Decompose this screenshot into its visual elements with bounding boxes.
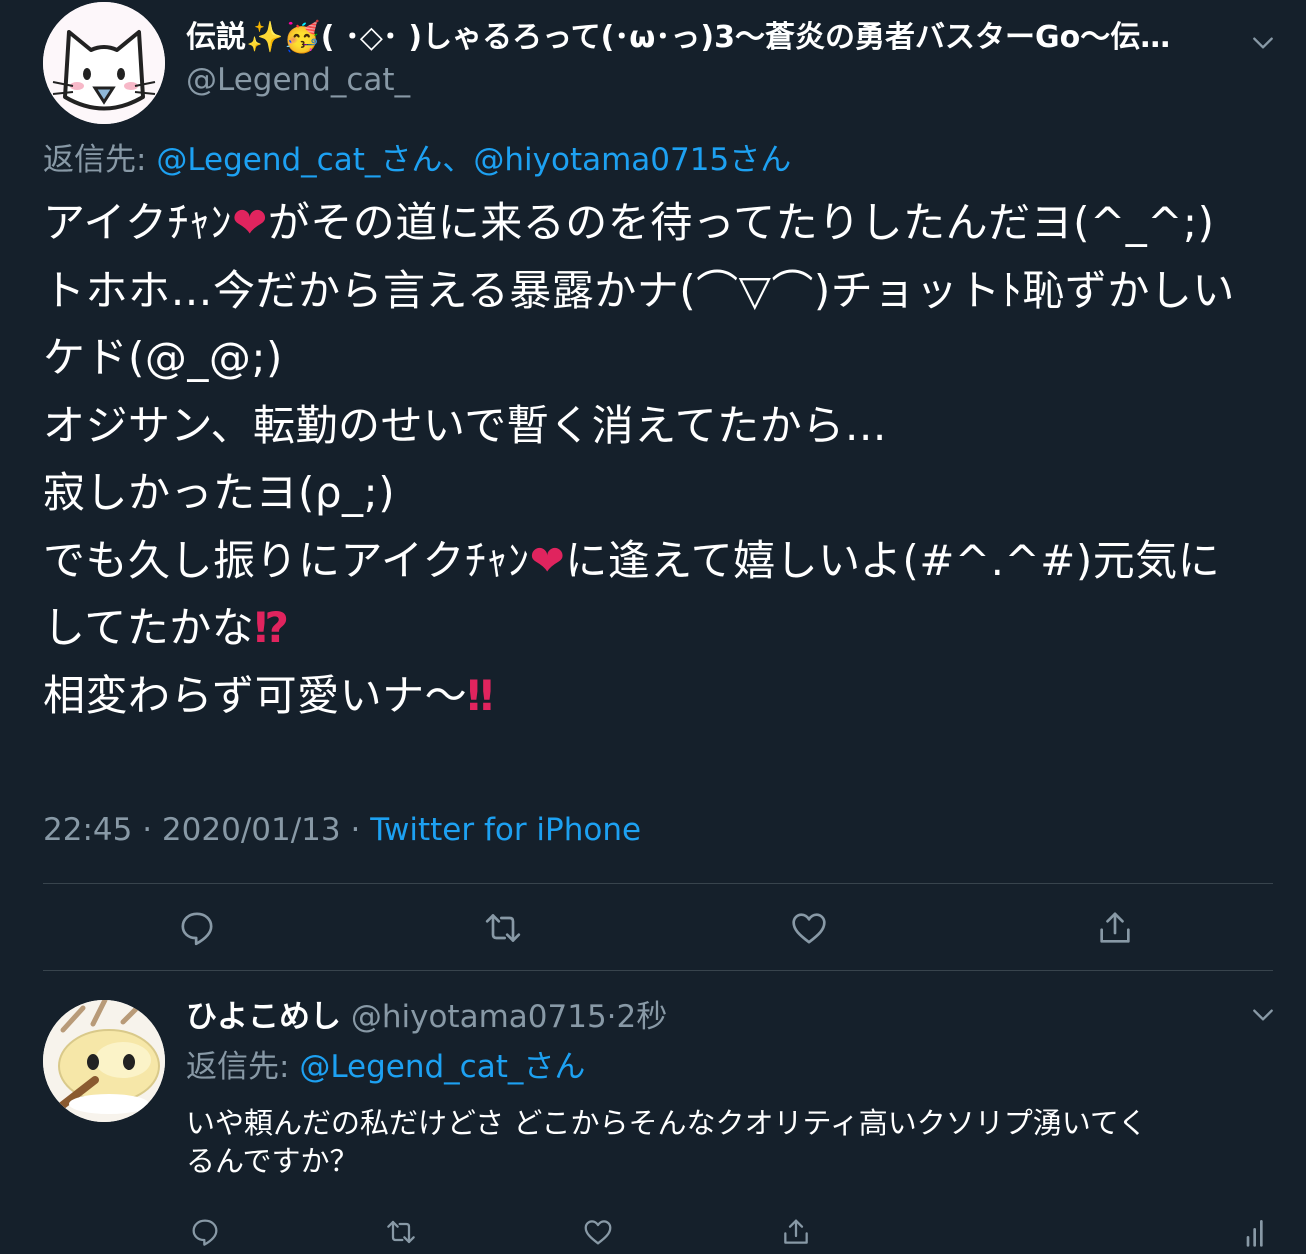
emoji-heart: ❤ (529, 535, 566, 585)
text-segment: 寂しかったヨ(ρ_;) (43, 468, 396, 517)
reply-tweet-text: いや頼んだの私だけどさ どこからそんなクオリティ高いクソリプ湧いてく るんですか… (186, 1104, 1147, 1180)
meta-separator: · (142, 812, 153, 848)
main-tweet-text: アイクﾁｬﾝ❤がその道に来るのを待ってたりしたんだヨ(^_^;) トホホ…今だから… (43, 189, 1283, 729)
text-segment: トホホ…今だから言える暴露かナ(⌒▽⌒)チョットﾄ恥ずかしい (43, 265, 1235, 315)
reply-to-label: 返信先: (43, 142, 157, 178)
tweet-time: 22:45 (43, 812, 133, 848)
text-segment: オジサン、転勤のせいで暫く消えてたから… (43, 400, 888, 450)
tweet-date: 2020/01/13 (161, 812, 341, 848)
text-segment: してたかな (43, 603, 255, 652)
tweet-text-line: してたかな⁉ (43, 594, 1283, 662)
tweet-text-line: ケド(@_@;) (43, 324, 1283, 392)
tweet-text-line: アイクﾁｬﾝ❤がその道に来るのを待ってたりしたんだヨ(^_^;) (43, 189, 1283, 257)
reply-reply-to-line: 返信先: @Legend_cat_さん (186, 1047, 585, 1087)
avatar-legend-cat[interactable] (43, 2, 165, 124)
reply-text-line: るんですか？ (186, 1144, 359, 1178)
reply-display-name[interactable]: ひよこめし (186, 999, 341, 1035)
reply-icon[interactable] (183, 1210, 227, 1254)
text-segment: に逢えて嬉しいよ(#^.^#)元気に (565, 535, 1221, 585)
meta-separator: · (606, 999, 617, 1035)
chevron-down-icon[interactable] (1250, 30, 1280, 60)
tweet-source-link[interactable]: Twitter for iPhone (370, 812, 641, 848)
divider (43, 970, 1273, 971)
text-segment: がその道に来るのを待ってたりしたんだヨ(^_^;) (267, 198, 1215, 247)
reply-to-label: 返信先: (186, 1049, 300, 1085)
meta-separator: · (350, 812, 361, 848)
emoji-exclamation: ‼ (467, 670, 495, 720)
like-icon[interactable] (576, 1210, 620, 1254)
reply-icon[interactable] (175, 906, 219, 950)
text-segment: アイクﾁｬﾝ (43, 198, 233, 247)
share-icon[interactable] (774, 1210, 818, 1254)
reply-to-mentions[interactable]: @Legend_cat_さん、@hiyotama0715さん (156, 142, 791, 178)
tweet-text-line: 寂しかったヨ(ρ_;) (43, 459, 1283, 527)
chevron-down-icon[interactable] (1250, 1002, 1280, 1032)
text-segment: 相変わらず可愛いナ〜 (43, 670, 468, 720)
text-segment: ケド(@_@;) (43, 333, 283, 382)
analytics-icon[interactable] (1234, 1210, 1278, 1254)
main-tweet-meta: 22:45 · 2020/01/13 · Twitter for iPhone (43, 810, 641, 850)
main-handle[interactable]: @Legend_cat_ (186, 60, 410, 100)
reply-time-ago[interactable]: 2秒 (617, 999, 668, 1035)
divider (43, 883, 1273, 884)
reply-text-line: いや頼んだの私だけどさ どこからそんなクオリティ高いクソリプ湧いてく (186, 1106, 1147, 1140)
retweet-icon[interactable] (481, 906, 525, 950)
main-display-name[interactable]: 伝説✨🥳( ･◇･ )しゃるろって(･ω･っ)3〜蒼炎の勇者バスターGo〜伝… (186, 18, 1238, 58)
share-icon[interactable] (1093, 906, 1137, 950)
retweet-icon[interactable] (379, 1210, 423, 1254)
reply-header: ひよこめし @hiyotama0715·2秒 (186, 997, 667, 1037)
avatar-hiyokomeshi[interactable] (43, 1000, 165, 1122)
tweet-text-line: でも久し振りにアイクﾁｬﾝ❤に逢えて嬉しいよ(#^.^#)元気に (43, 527, 1283, 595)
like-icon[interactable] (787, 906, 831, 950)
text-segment: でも久し振りにアイクﾁｬﾝ (43, 535, 530, 585)
reply-to-mentions[interactable]: @Legend_cat_さん (299, 1049, 585, 1085)
emoji-heart: ❤ (232, 198, 268, 247)
tweet-text-line: 相変わらず可愛いナ〜‼ (43, 662, 1283, 730)
main-reply-to-line: 返信先: @Legend_cat_さん、@hiyotama0715さん (43, 140, 791, 180)
reply-handle[interactable]: @hiyotama0715 (351, 999, 607, 1035)
tweet-text-line: トホホ…今だから言える暴露かナ(⌒▽⌒)チョットﾄ恥ずかしい (43, 257, 1283, 325)
tweet-text-line: オジサン、転勤のせいで暫く消えてたから… (43, 392, 1283, 460)
emoji-exclamation: ⁉ (254, 603, 290, 652)
